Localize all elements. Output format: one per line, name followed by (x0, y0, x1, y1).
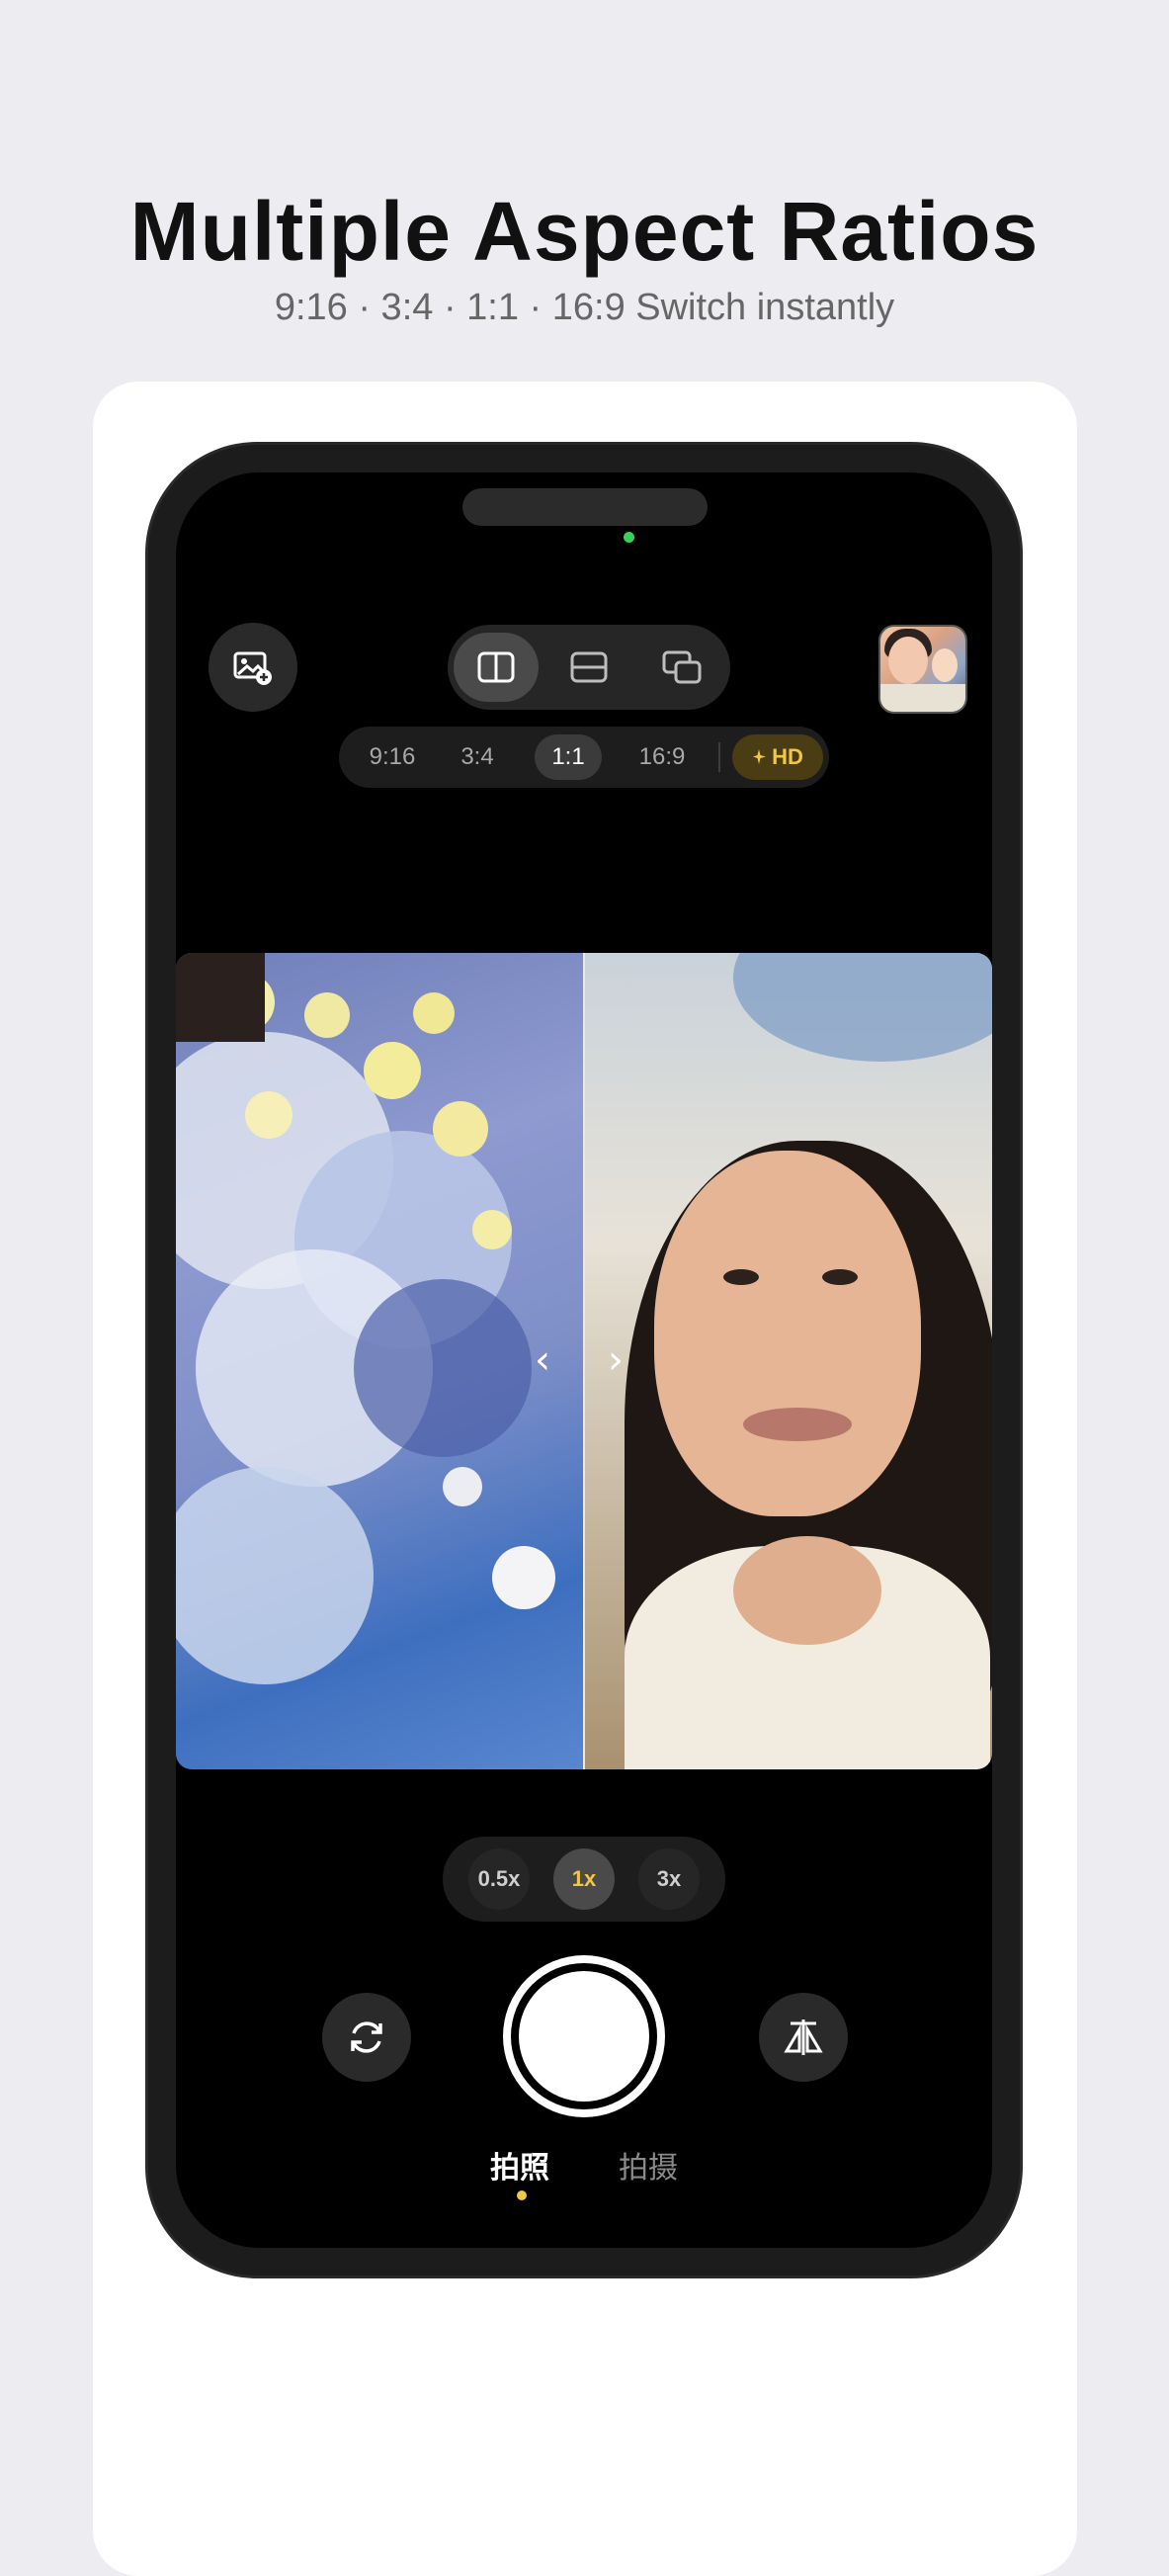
camera-active-indicator (624, 532, 634, 543)
mirror-button[interactable] (759, 1993, 848, 2082)
add-photo-button[interactable] (209, 623, 297, 712)
pip-icon (662, 650, 702, 684)
ratio-9-16-button[interactable]: 9:16 (353, 734, 432, 780)
hd-label: HD (772, 744, 803, 769)
ratio-3-4-button[interactable]: 3:4 (440, 734, 515, 780)
layout-mode-selector (448, 625, 730, 710)
zoom-1x-button[interactable]: 1x (553, 1848, 615, 1910)
mode-video-tab[interactable]: 拍摄 (619, 2143, 678, 2187)
layout-pip-button[interactable] (639, 633, 724, 702)
active-mode-indicator (517, 2190, 527, 2200)
next-arrow[interactable]: › (601, 1338, 630, 1382)
mode-photo-tab[interactable]: 拍照 (490, 2143, 549, 2187)
front-camera-view (585, 953, 992, 1769)
dual-camera-preview: ‹ › (176, 953, 992, 1769)
phone-frame: 9:16 3:4 1:1 16:9 HD ‹ › 0.5x 1x 3x 拍照 拍… (148, 445, 1020, 2275)
layout-split-horizontal-button[interactable] (546, 633, 631, 702)
promo-title: Multiple Aspect Ratios (129, 185, 1040, 278)
ratio-divider (718, 742, 720, 772)
switch-camera-button[interactable] (322, 1993, 411, 2082)
rear-camera-view (176, 953, 583, 1769)
zoom-3x-button[interactable]: 3x (638, 1848, 700, 1910)
hd-toggle-button[interactable]: HD (732, 734, 823, 780)
dynamic-island (462, 488, 708, 526)
zoom-0-5x-button[interactable]: 0.5x (468, 1848, 530, 1910)
zoom-selector: 0.5x 1x 3x (443, 1837, 725, 1922)
mirror-icon (784, 2019, 823, 2055)
camera-screen: 9:16 3:4 1:1 16:9 HD ‹ › 0.5x 1x 3x 拍照 拍… (176, 472, 992, 2248)
layout-split-vertical-button[interactable] (454, 633, 539, 702)
ratio-16-9-button[interactable]: 16:9 (618, 734, 707, 780)
split-horizontal-icon (570, 651, 608, 683)
previous-arrow[interactable]: ‹ (528, 1338, 557, 1382)
ratio-1-1-button[interactable]: 1:1 (535, 734, 602, 780)
switch-camera-icon (351, 2021, 382, 2053)
add-photo-icon (233, 651, 272, 685)
sparkle-icon (753, 749, 767, 764)
last-photo-thumbnail[interactable] (878, 625, 967, 714)
aspect-ratio-selector: 9:16 3:4 1:1 16:9 HD (339, 727, 829, 788)
split-vertical-icon (477, 651, 515, 683)
promo-subtitle: 9:16 · 3:4 · 1:1 · 16:9 Switch instantly (274, 287, 895, 328)
shutter-button[interactable] (503, 1955, 665, 2117)
